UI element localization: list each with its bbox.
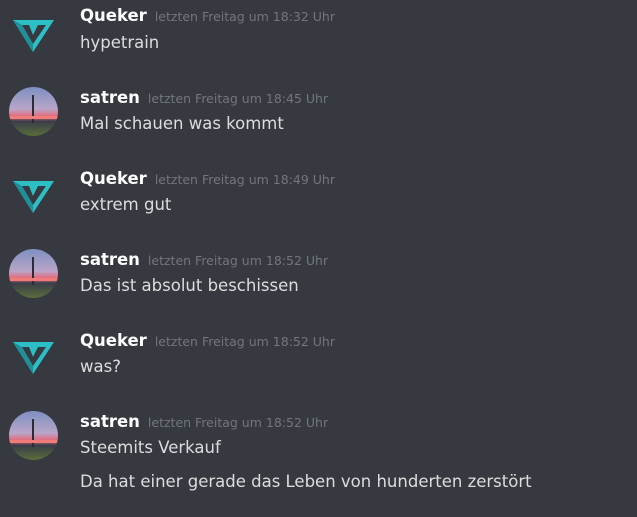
message-text: was? xyxy=(80,357,121,376)
gem-logo-icon xyxy=(9,8,58,57)
message-text: Mal schauen was kommt xyxy=(80,114,284,133)
gem-logo-icon xyxy=(9,169,58,218)
sunset-photo-icon xyxy=(9,411,58,460)
timestamp: letzten Freitag um 18:52 Uhr xyxy=(154,334,335,349)
author-name[interactable]: satren xyxy=(80,412,140,431)
author-name[interactable]: Queker xyxy=(80,169,147,188)
gem-logo-icon xyxy=(9,330,58,379)
avatar[interactable] xyxy=(9,330,58,379)
author-name[interactable]: satren xyxy=(80,88,140,107)
avatar[interactable] xyxy=(9,87,58,136)
sunset-photo-icon xyxy=(9,87,58,136)
message-text: Da hat einer gerade das Leben von hunder… xyxy=(80,472,532,491)
timestamp: letzten Freitag um 18:32 Uhr xyxy=(154,9,335,24)
message-text: Das ist absolut beschissen xyxy=(80,276,299,295)
timestamp: letzten Freitag um 18:52 Uhr xyxy=(147,253,329,268)
sunset-photo-icon xyxy=(9,249,58,298)
timestamp: letzten Freitag um 18:49 Uhr xyxy=(154,172,335,187)
message-text: extrem gut xyxy=(80,195,172,214)
timestamp: letzten Freitag um 18:52 Uhr xyxy=(147,415,329,430)
avatar[interactable] xyxy=(9,249,58,298)
message-text: hypetrain xyxy=(80,33,160,52)
avatar[interactable] xyxy=(9,169,58,218)
avatar[interactable] xyxy=(9,8,58,57)
author-name[interactable]: satren xyxy=(80,250,140,269)
message-text: Steemits Verkauf xyxy=(80,438,221,457)
timestamp: letzten Freitag um 18:45 Uhr xyxy=(147,91,329,106)
author-name[interactable]: Queker xyxy=(80,6,147,25)
author-name[interactable]: Queker xyxy=(80,331,147,350)
avatar[interactable] xyxy=(9,411,58,460)
